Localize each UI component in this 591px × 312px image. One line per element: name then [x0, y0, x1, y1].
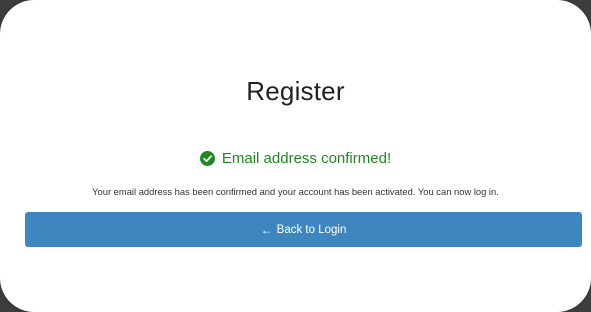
confirmation-status: Email address confirmed!: [0, 150, 591, 167]
check-circle-icon: [199, 151, 215, 166]
register-card: Register Email address confirmed! Your e…: [0, 0, 591, 312]
screen: Register Email address confirmed! Your e…: [0, 0, 591, 312]
confirmation-message: Your email address has been confirmed an…: [92, 186, 499, 197]
arrow-left-icon: ←: [260, 222, 273, 237]
back-to-login-label: Back to Login: [276, 223, 347, 236]
back-to-login-button[interactable]: ← Back to Login: [25, 212, 582, 247]
confirmation-text: Email address confirmed!: [221, 150, 392, 167]
page-title: Register: [246, 76, 345, 106]
